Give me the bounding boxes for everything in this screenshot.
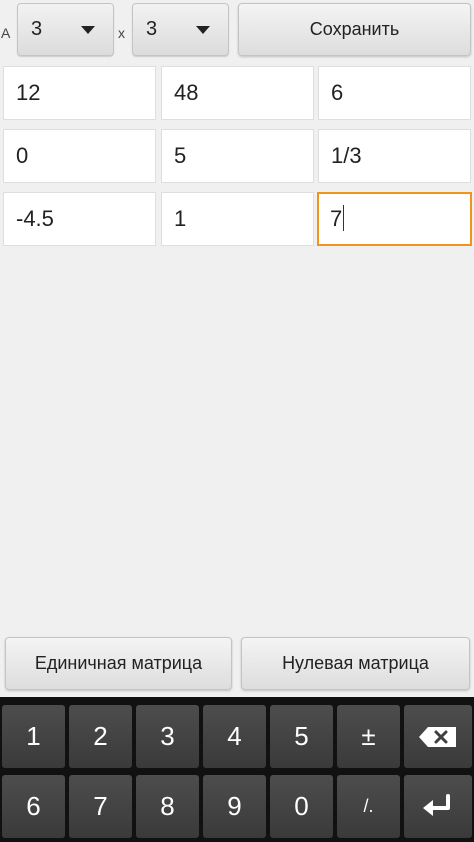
zero-matrix-button[interactable]: Нулевая матрица xyxy=(241,637,470,690)
key-7[interactable]: 7 xyxy=(69,775,132,838)
matrix-cell-r1c2[interactable]: 48 xyxy=(161,66,314,120)
matrix-cell-r3c1[interactable]: -4.5 xyxy=(3,192,156,246)
rows-dropdown[interactable]: 3 xyxy=(17,3,114,56)
key-slash-dot[interactable]: /. xyxy=(337,775,400,838)
matrix-cell-r1c1[interactable]: 12 xyxy=(3,66,156,120)
key-8[interactable]: 8 xyxy=(136,775,199,838)
chevron-down-icon xyxy=(81,26,95,34)
times-label: x xyxy=(118,25,125,41)
identity-matrix-button[interactable]: Единичная матрица xyxy=(5,637,232,690)
rows-value: 3 xyxy=(31,18,43,40)
key-9[interactable]: 9 xyxy=(203,775,266,838)
matrix-cell-r1c3[interactable]: 6 xyxy=(318,66,471,120)
backspace-icon xyxy=(419,726,456,747)
matrix-cell-r3c3-value: 7 xyxy=(330,206,343,231)
matrix-name-label: A xyxy=(1,25,11,41)
chevron-down-icon xyxy=(196,26,210,34)
key-2[interactable]: 2 xyxy=(69,705,132,768)
matrix-cell-r2c3[interactable]: 1/3 xyxy=(318,129,471,183)
key-backspace[interactable] xyxy=(404,705,472,768)
cols-dropdown[interactable]: 3 xyxy=(132,3,229,56)
matrix-cell-r2c2[interactable]: 5 xyxy=(161,129,314,183)
save-button[interactable]: Сохранить xyxy=(238,3,471,56)
matrix-cell-r3c3[interactable]: 7 xyxy=(317,192,472,246)
key-3[interactable]: 3 xyxy=(136,705,199,768)
numeric-keyboard: 1 2 3 4 5 ± 6 7 8 9 0 /. xyxy=(0,697,474,842)
key-plus-minus[interactable]: ± xyxy=(337,705,400,768)
key-enter[interactable] xyxy=(404,775,472,838)
key-4[interactable]: 4 xyxy=(203,705,266,768)
cols-value: 3 xyxy=(146,18,158,40)
text-cursor xyxy=(343,205,345,232)
matrix-cell-r3c2[interactable]: 1 xyxy=(161,192,314,246)
enter-icon xyxy=(423,793,450,816)
key-6[interactable]: 6 xyxy=(2,775,65,838)
key-5[interactable]: 5 xyxy=(270,705,333,768)
key-1[interactable]: 1 xyxy=(2,705,65,768)
key-0[interactable]: 0 xyxy=(270,775,333,838)
matrix-cell-r2c1[interactable]: 0 xyxy=(3,129,156,183)
